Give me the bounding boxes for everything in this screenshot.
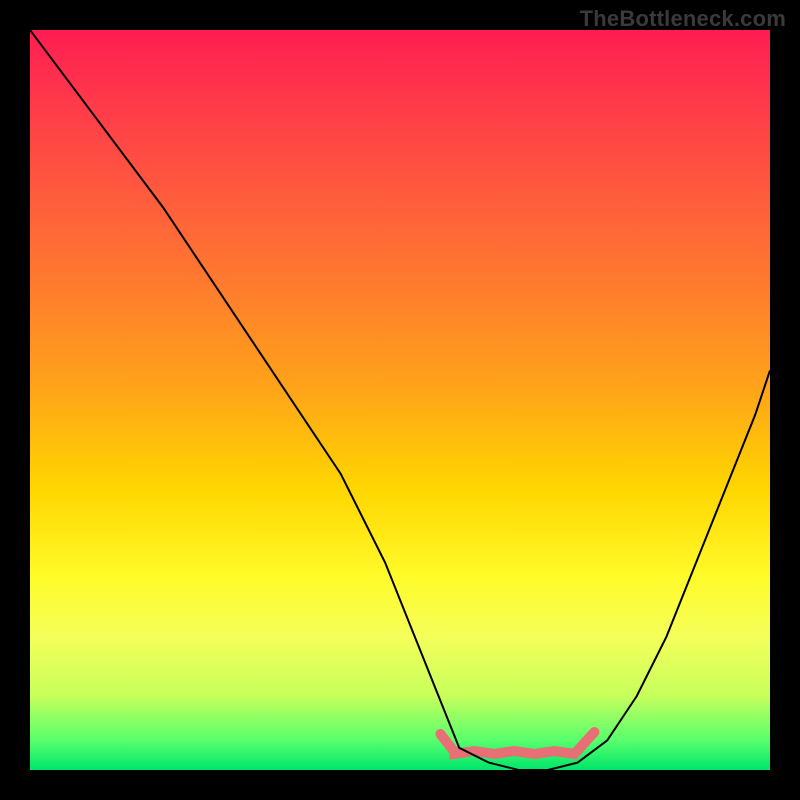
plot-area xyxy=(30,30,770,770)
bottleneck-curve xyxy=(30,30,770,770)
chart-svg xyxy=(30,30,770,770)
watermark-text: TheBottleneck.com xyxy=(580,6,786,32)
chart-frame: TheBottleneck.com xyxy=(0,0,800,800)
